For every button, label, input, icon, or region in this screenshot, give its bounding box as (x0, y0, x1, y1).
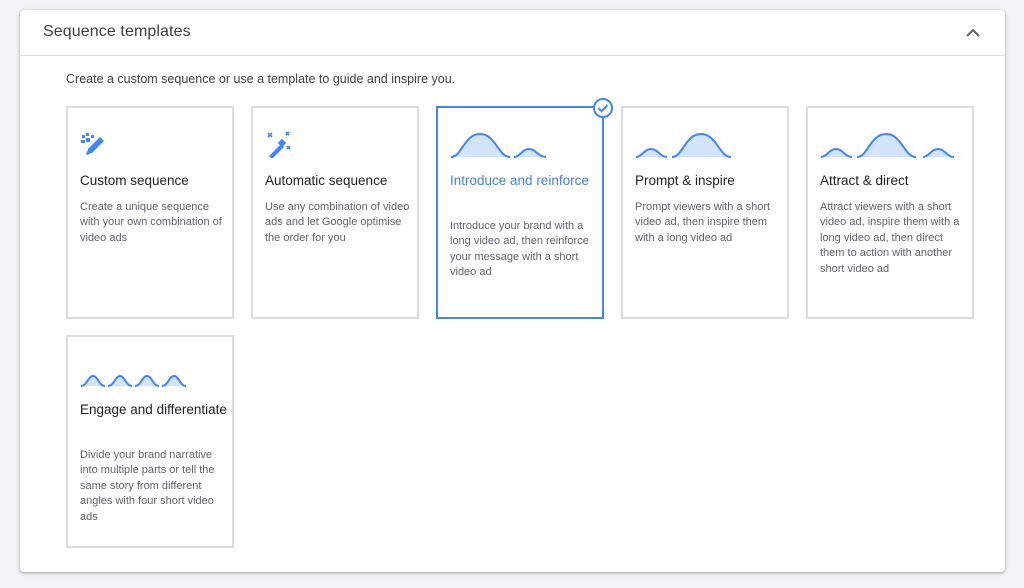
magic-wand-icon (265, 130, 295, 160)
card-title: Custom sequence (80, 173, 189, 188)
card-title: Automatic sequence (265, 173, 388, 188)
template-card-automatic-sequence[interactable]: Automatic sequence Use any combination o… (251, 106, 419, 319)
short-long-short-waves-icon (820, 130, 960, 160)
card-description: Prompt viewers with a short video ad, th… (635, 201, 771, 244)
panel-title: Sequence templates (43, 23, 191, 40)
sequence-templates-panel: Sequence templates Create a custom seque… (20, 10, 1005, 572)
panel-header[interactable]: Sequence templates (20, 10, 1005, 56)
card-description: Introduce your brand with a long video a… (450, 220, 589, 279)
card-description: Use any combination of video ads and let… (265, 201, 410, 244)
card-title: Introduce and reinforce (450, 173, 589, 188)
card-description: Create a unique sequence with your own c… (80, 201, 222, 244)
template-card-attract-and-direct[interactable]: Attract & direct Attract viewers with a … (806, 106, 974, 319)
template-card-introduce-and-reinforce[interactable]: Introduce and reinforce Introduce your b… (436, 106, 604, 319)
template-card-engage-and-differentiate[interactable]: Engage and differentiate Divide your bra… (66, 335, 234, 548)
card-title: Prompt & inspire (635, 173, 735, 188)
template-card-prompt-and-inspire[interactable]: Prompt & inspire Prompt viewers with a s… (621, 106, 789, 319)
short-long-waves-icon (635, 130, 735, 160)
chevron-up-icon[interactable] (961, 21, 985, 45)
long-short-waves-icon (450, 130, 550, 160)
card-description: Attract viewers with a short video ad, i… (820, 201, 960, 275)
checkmark-circle-icon (593, 98, 613, 118)
template-card-custom-sequence[interactable]: Custom sequence Create a unique sequence… (66, 106, 234, 319)
four-short-waves-icon (80, 359, 190, 389)
card-title: Engage and differentiate (80, 402, 227, 417)
edit-sparkle-icon (80, 132, 108, 162)
card-title: Attract & direct (820, 173, 909, 188)
intro-text: Create a custom sequence or use a templa… (66, 72, 456, 86)
card-description: Divide your brand narrative into multipl… (80, 449, 215, 523)
